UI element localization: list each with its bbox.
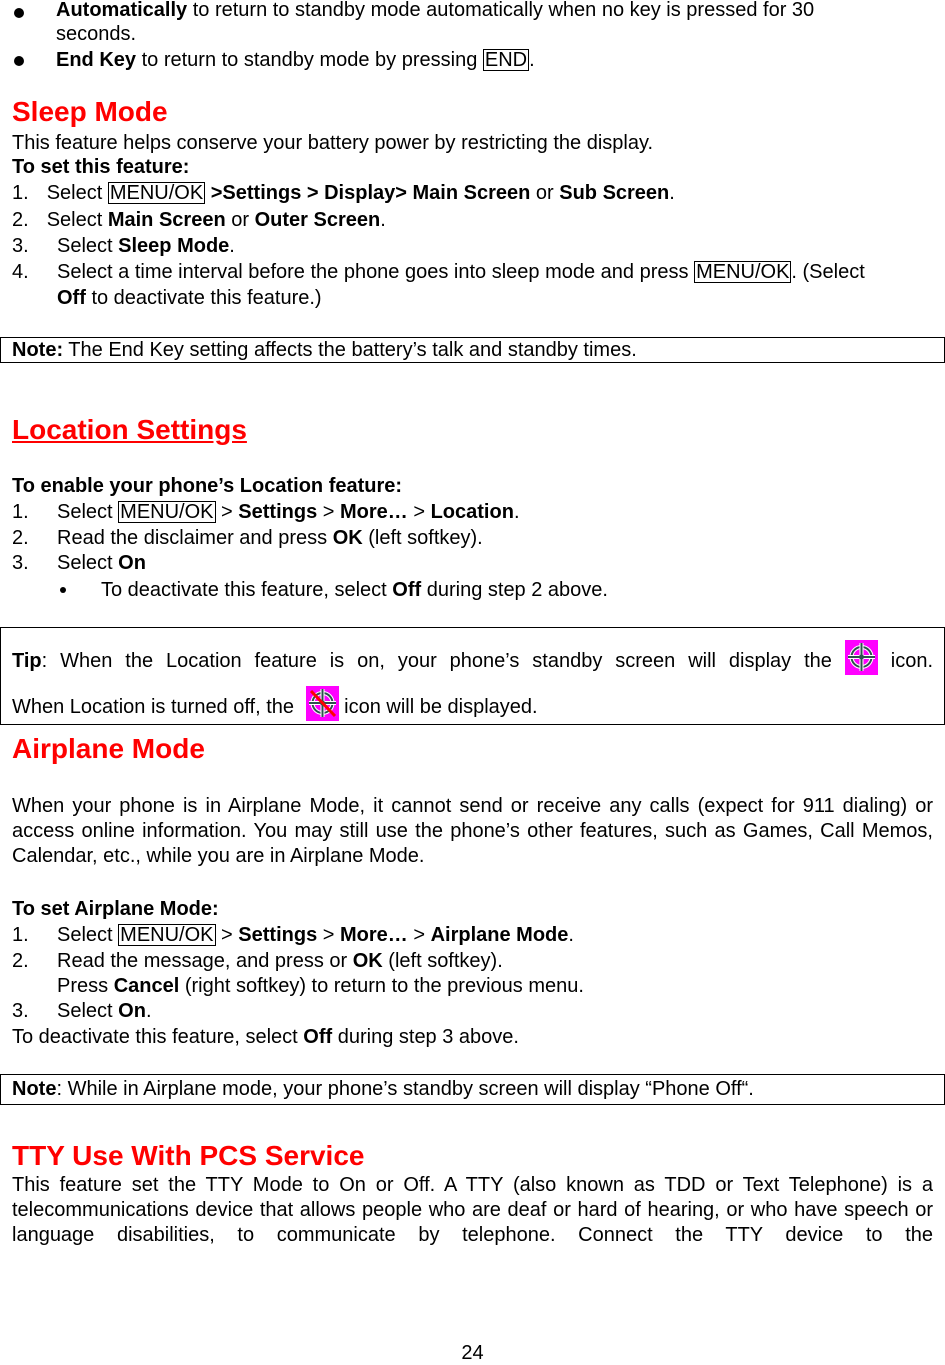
sleep-step-2: 2. Select Main Screen or Outer Screen. bbox=[12, 209, 386, 231]
heading-airplane-mode: Airplane Mode bbox=[12, 733, 205, 764]
heading-location-settings: Location Settings bbox=[12, 414, 247, 445]
sleep-subheading: To set this feature: bbox=[12, 156, 190, 178]
bullet-continuation: seconds. bbox=[56, 23, 137, 45]
airplane-step-3: Select On. bbox=[57, 1000, 152, 1022]
airplane-intro: When your phone is in Airplane Mode, it … bbox=[12, 795, 933, 867]
location-step-2-num: 2. bbox=[12, 527, 29, 549]
airplane-subheading: To set Airplane Mode: bbox=[12, 898, 219, 920]
key-menu-ok: MENU/OK bbox=[118, 501, 216, 523]
key-menu-ok: MENU/OK bbox=[118, 924, 216, 946]
location-step-3: Select On bbox=[57, 552, 146, 574]
bullet-dot bbox=[60, 587, 66, 593]
airplane-deactivate: To deactivate this feature, select Off d… bbox=[12, 1026, 519, 1048]
location-step-2: Read the disclaimer and press OK (left s… bbox=[57, 527, 483, 549]
airplane-step-1-num: 1. bbox=[12, 924, 29, 946]
bullet-dot bbox=[14, 56, 24, 66]
note-end-key: Note: The End Key setting affects the ba… bbox=[12, 339, 637, 361]
airplane-step-2-line2: Press Cancel (right softkey) to return t… bbox=[57, 975, 584, 997]
location-off-icon bbox=[305, 686, 339, 721]
location-subheading: To enable your phone’s Location feature: bbox=[12, 475, 403, 497]
tty-body: This feature set the TTY Mode to On or O… bbox=[12, 1174, 933, 1246]
airplane-step-3-num: 3. bbox=[12, 1000, 29, 1022]
heading-tty: TTY Use With PCS Service bbox=[12, 1140, 365, 1171]
heading-sleep-mode: Sleep Mode bbox=[12, 96, 168, 127]
bullet-automatically: Automatically to return to standby mode … bbox=[56, 0, 815, 21]
location-sub-bullet: To deactivate this feature, select Off d… bbox=[101, 579, 608, 601]
bullet-dot bbox=[14, 8, 24, 18]
airplane-step-2: Read the message, and press or OK (left … bbox=[57, 950, 503, 972]
airplane-step-1: Select MENU/OK > Settings > More… > Airp… bbox=[57, 924, 574, 946]
sleep-step-4-num: 4. bbox=[12, 261, 29, 283]
location-step-1: Select MENU/OK > Settings > More… > Loca… bbox=[57, 501, 520, 523]
sleep-step-3-text: Select Sleep Mode. bbox=[57, 235, 235, 257]
sleep-step-4: Select a time interval before the phone … bbox=[57, 261, 865, 283]
sleep-step-1: 1. Select MENU/OK >Settings > Display> Ma… bbox=[12, 182, 675, 204]
location-step-3-num: 3. bbox=[12, 552, 29, 574]
page-number: 24 bbox=[461, 1342, 484, 1364]
location-on-icon bbox=[844, 640, 878, 675]
bullet-end-key: End Key to return to standby mode by pre… bbox=[56, 49, 535, 71]
key-menu-ok: MENU/OK bbox=[694, 261, 792, 283]
key-menu-ok: MENU/OK bbox=[107, 182, 206, 204]
bold-term: End Key bbox=[56, 49, 137, 71]
tip-text: Tip: When the Location feature is on, yo… bbox=[12, 640, 933, 679]
airplane-step-2-num: 2. bbox=[12, 950, 29, 972]
sleep-step-4-cont: Off to deactivate this feature.) bbox=[57, 287, 322, 309]
note-airplane: Note: While in Airplane mode, your phone… bbox=[12, 1078, 754, 1100]
bold-term: Automatically bbox=[56, 0, 188, 21]
location-step-1-num: 1. bbox=[12, 501, 29, 523]
sleep-intro: This feature helps conserve your battery… bbox=[12, 132, 654, 154]
tip-text-line2: When Location is turned off, the icon wi… bbox=[12, 686, 538, 725]
sleep-step-3: 3. bbox=[12, 235, 29, 257]
key-end: END bbox=[482, 49, 530, 71]
